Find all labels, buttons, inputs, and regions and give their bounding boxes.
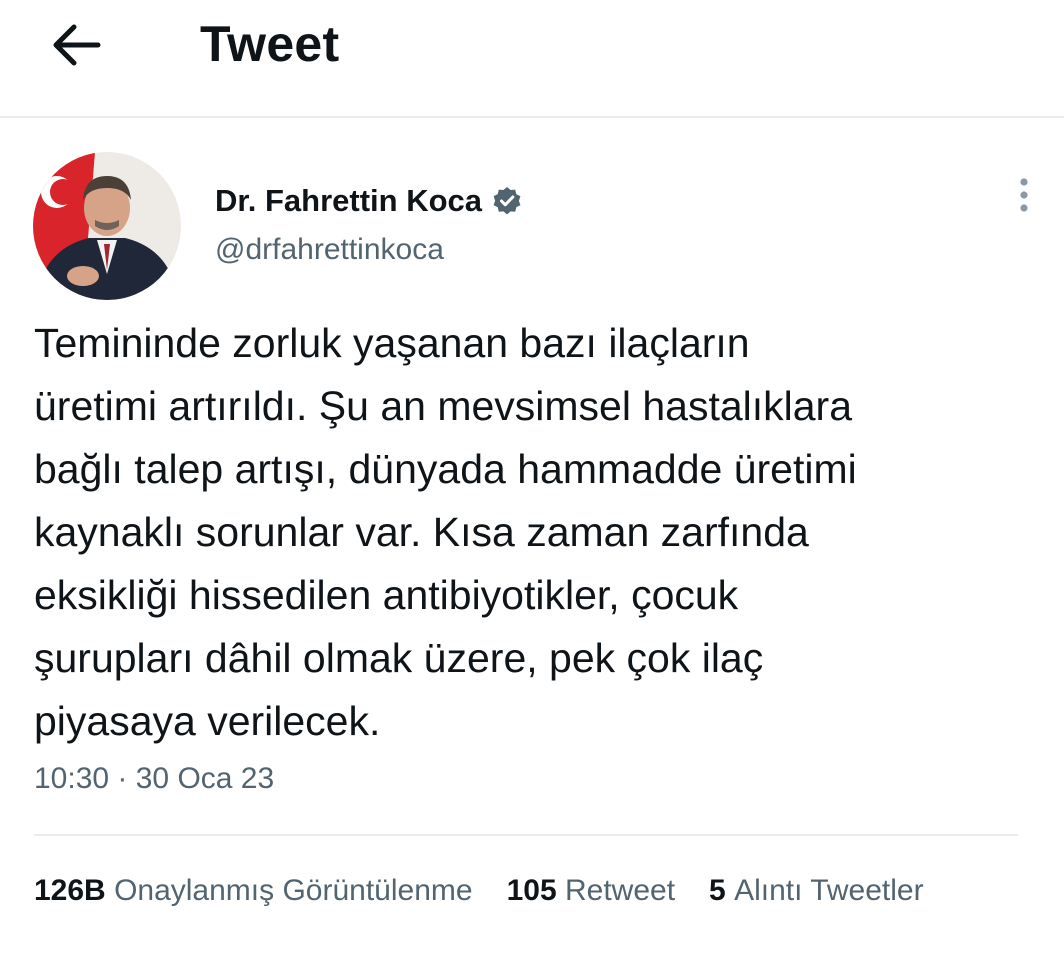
retweets-stat[interactable]: 105 Retweet bbox=[507, 874, 675, 908]
retweets-count: 105 bbox=[506, 874, 565, 907]
page-title: Tweet bbox=[200, 16, 340, 72]
quotes-count: 5 bbox=[709, 874, 735, 907]
views-count: 126B bbox=[34, 874, 115, 907]
verified-badge-icon bbox=[492, 186, 522, 216]
views-label: Onaylanmış Görüntülenme bbox=[114, 874, 473, 907]
top-bar: Tweet bbox=[0, 0, 1064, 118]
quotes-label: Alıntı Tweetler bbox=[734, 874, 924, 907]
author-name-row: Dr. Fahrettin Koca bbox=[215, 180, 522, 222]
more-vertical-icon bbox=[1020, 178, 1028, 212]
quotes-stat[interactable]: 5 Alıntı Tweetler bbox=[709, 874, 924, 908]
avatar[interactable] bbox=[33, 152, 181, 300]
tweet-text: Temininde zorluk yaşanan bazı ilaçların … bbox=[34, 320, 857, 744]
retweets-label: Retweet bbox=[564, 874, 676, 907]
arrow-left-icon bbox=[53, 24, 101, 66]
tweet-timestamp[interactable]: 10:30 · 30 Oca 23 bbox=[34, 762, 274, 796]
divider bbox=[34, 834, 1018, 836]
author-name[interactable]: Dr. Fahrettin Koca bbox=[215, 183, 482, 219]
author-handle[interactable]: @drfahrettinkoca bbox=[215, 233, 444, 267]
more-options-button[interactable] bbox=[1006, 176, 1042, 218]
tweet-stats: 126B Onaylanmış Görüntülenme 105 Retweet… bbox=[34, 874, 924, 908]
back-button[interactable] bbox=[46, 18, 106, 70]
views-stat[interactable]: 126B Onaylanmış Görüntülenme bbox=[34, 874, 473, 908]
